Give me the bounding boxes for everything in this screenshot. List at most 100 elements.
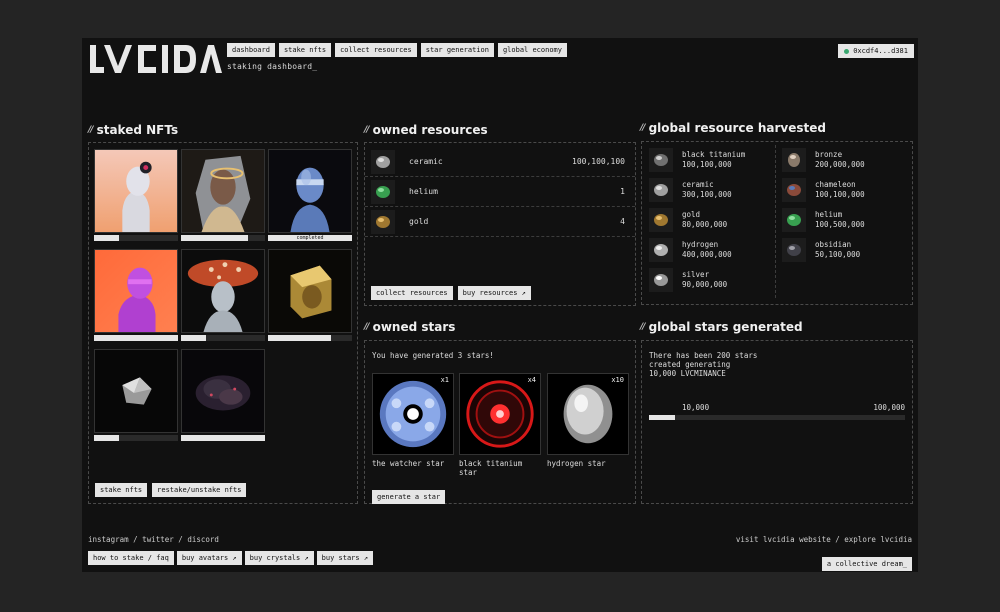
staking-progress-fill [94, 235, 120, 241]
resource-quantity: 1 [620, 187, 625, 196]
black-titanium-icon [649, 148, 673, 172]
staking-progress-fill [94, 435, 120, 441]
resource-name: gold [409, 217, 429, 226]
nft-image [94, 349, 178, 433]
generate-star-button[interactable]: generate a star [372, 490, 446, 504]
nft-image [181, 349, 265, 433]
global-stars-panel: There has been 200 stars created generat… [641, 340, 913, 504]
star-card[interactable]: x4 black titanium star [459, 373, 541, 477]
nft-card[interactable]: completed [268, 149, 352, 241]
staking-progress-bar [94, 335, 178, 341]
resource-name: ceramic [682, 180, 714, 189]
nav-dashboard[interactable]: dashboard [227, 43, 275, 57]
global-stars-max-label: 100,000 [873, 403, 905, 412]
footer-buttons: how to stake / faq buy avatars ↗ buy cry… [88, 551, 374, 565]
website-links[interactable]: visit lvcidia website / explore lvcidia [736, 535, 912, 544]
nft-image [94, 149, 178, 233]
global-resources-panel: black titanium 100,100,000 bronze 200,000,… [641, 141, 913, 305]
chameleon-icon [782, 178, 806, 202]
social-links[interactable]: instagram / twitter / discord [88, 535, 219, 544]
nft-image [268, 249, 352, 333]
global-stars-progress-label: 10,000 [682, 403, 710, 412]
resource-row: gold 4 [365, 207, 635, 237]
helium-icon [371, 179, 395, 204]
ceramic-icon [649, 178, 673, 202]
nft-card[interactable] [94, 249, 178, 341]
global-resources-heading: // global resource harvested [640, 121, 826, 135]
staking-progress-fill [181, 335, 207, 341]
staking-progress-fill [268, 335, 331, 341]
nav-stake-nfts[interactable]: stake nfts [278, 43, 332, 57]
owned-stars-panel: You have generated 3 stars! x1 the watch… [364, 340, 636, 504]
staking-progress-fill [181, 435, 265, 441]
resource-name: obsidian [815, 240, 852, 249]
star-card[interactable]: x10 hydrogen star [547, 373, 629, 468]
global-resource-item: bronze 200,000,000 [782, 146, 865, 174]
nft-card[interactable] [94, 349, 178, 441]
restake-unstake-button[interactable]: restake/unstake nfts [152, 483, 247, 497]
star-image: x1 [372, 373, 454, 455]
staking-status-label: completed [296, 235, 324, 241]
stake-nfts-button[interactable]: stake nfts [95, 483, 148, 497]
nft-card[interactable] [181, 249, 265, 341]
resource-value: 100,100,000 [682, 160, 732, 169]
resource-row: ceramic 100,100,100 [365, 147, 635, 177]
star-image: x10 [547, 373, 629, 455]
resource-name: helium [815, 210, 843, 219]
global-stars-line-2: created generating [649, 360, 731, 369]
nft-card[interactable] [181, 349, 265, 441]
owned-stars-heading: // owned stars [364, 320, 455, 334]
page-subtitle: staking dashboard_ [227, 62, 318, 71]
staking-progress-bar [94, 235, 178, 241]
global-resource-item: gold 80,000,000 [649, 206, 727, 234]
star-card[interactable]: x1 the watcher star [372, 373, 454, 468]
global-stars-description: There has been 200 stars created generat… [649, 351, 757, 378]
buy-avatars-button[interactable]: buy avatars ↗ [176, 551, 242, 565]
top-nav: dashboard stake nfts collect resources s… [227, 43, 567, 57]
resource-name: chameleon [815, 180, 856, 189]
global-resource-item: ceramic 300,100,000 [649, 176, 732, 204]
resource-value: 90,000,000 [682, 280, 728, 289]
global-resource-item: black titanium 100,100,000 [649, 146, 745, 174]
staking-progress-bar [181, 235, 265, 241]
buy-stars-button[interactable]: buy stars ↗ [316, 551, 374, 565]
resource-name: helium [409, 187, 438, 196]
global-resources-title: global resource harvested [648, 121, 826, 135]
nav-star-generation[interactable]: star generation [420, 43, 494, 57]
staking-progress-bar [94, 435, 178, 441]
wallet-address: 0xcdf4...d381 [853, 47, 908, 55]
nft-card[interactable] [181, 149, 265, 241]
staking-progress-bar: completed [268, 235, 352, 241]
slash-icon: // [364, 125, 369, 135]
buy-crystals-button[interactable]: buy crystals ↗ [244, 551, 314, 565]
staking-progress-fill [94, 335, 178, 341]
lvcidia-logo[interactable] [88, 42, 222, 76]
global-stars-progress-bar [649, 415, 905, 420]
staking-progress-fill [181, 235, 249, 241]
how-to-stake-button[interactable]: how to stake / faq [88, 551, 174, 565]
resource-value: 100,100,000 [815, 190, 865, 199]
ceramic-icon [371, 149, 395, 174]
resource-name: gold [682, 210, 701, 219]
staked-nfts-heading: // staked NFTs [88, 123, 178, 137]
nft-image [268, 149, 352, 233]
collect-resources-button[interactable]: collect resources [371, 286, 453, 300]
nft-card[interactable] [94, 149, 178, 241]
nft-card[interactable] [268, 249, 352, 341]
stars-generated-message: You have generated 3 stars! [372, 351, 494, 360]
wallet-button[interactable]: 0xcdf4...d381 [838, 44, 914, 58]
slash-icon: // [364, 322, 369, 332]
nav-collect-resources[interactable]: collect resources [335, 43, 417, 57]
buy-resources-button[interactable]: buy resources ↗ [457, 286, 531, 300]
resource-value: 100,500,000 [815, 220, 865, 229]
nav-global-economy[interactable]: global economy [497, 43, 567, 57]
hydrogen-icon [649, 238, 673, 262]
nft-image [181, 249, 265, 333]
resource-quantity: 100,100,100 [572, 157, 625, 166]
star-name: hydrogen star [547, 459, 606, 468]
owned-resources-title: owned resources [372, 123, 488, 137]
collective-dream-button[interactable]: a collective dream_ [821, 557, 912, 571]
resource-value: 400,000,000 [682, 250, 732, 259]
star-actions: generate a star [372, 484, 446, 504]
global-stars-title: global stars generated [648, 320, 803, 334]
